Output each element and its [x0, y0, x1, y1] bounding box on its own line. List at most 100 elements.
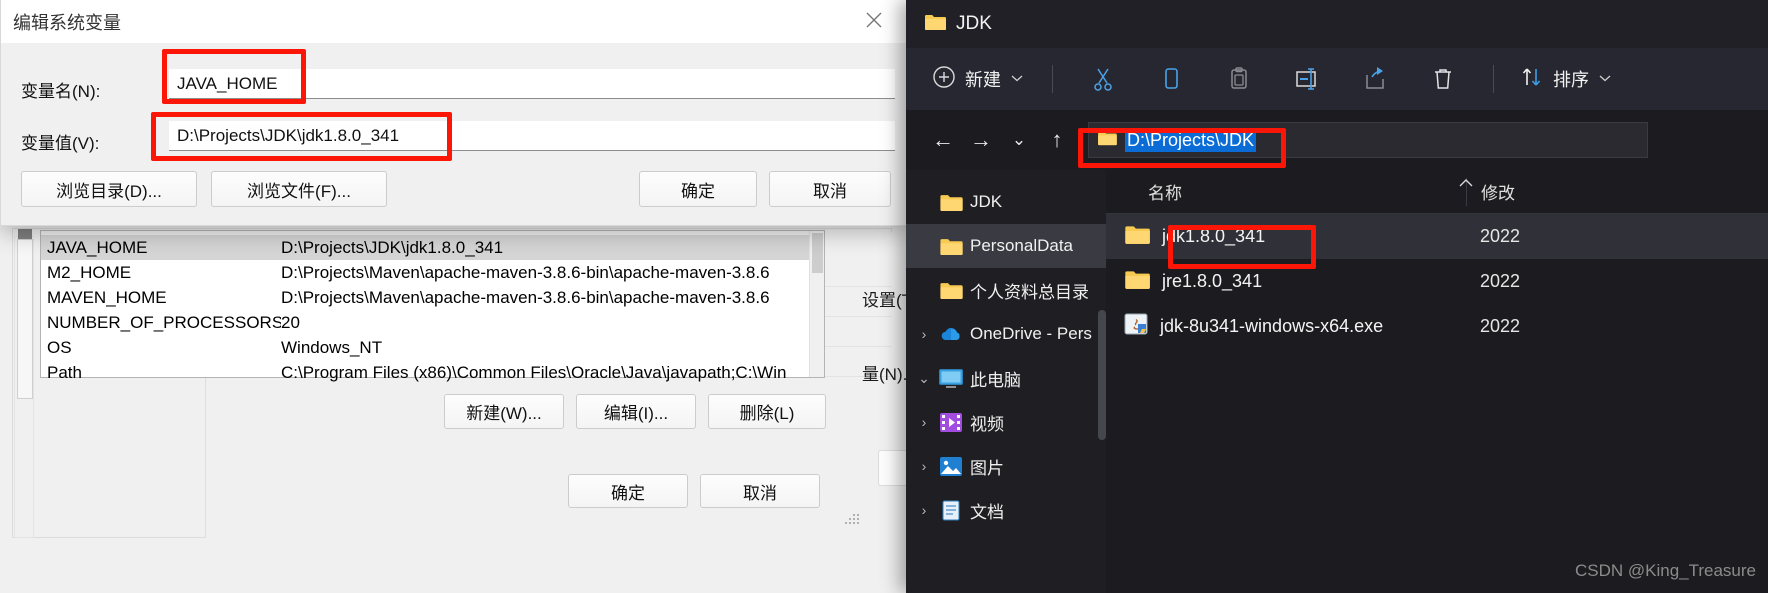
nav-item-label: 视频 — [970, 414, 1004, 434]
folder-icon — [936, 281, 966, 300]
nav-scrollbar[interactable] — [1098, 310, 1106, 440]
chevron-down-icon[interactable]: ⌄ — [1000, 122, 1038, 158]
environment-variables-list[interactable]: JAVA_HOME D:\Projects\JDK\jdk1.8.0_341 M2_… — [40, 230, 825, 382]
file-rows-container: jdk1.8.0_341 2022 jre1.8.0_341 2022 jdk-8u34… — [1106, 214, 1768, 349]
close-icon[interactable] — [851, 0, 897, 41]
file-name-text: jdk-8u341-windows-x64.exe — [1160, 316, 1384, 336]
paste-icon[interactable] — [1216, 59, 1262, 99]
env-variable-name: NUMBER_OF_PROCESSORS — [47, 312, 281, 332]
folder-icon — [1124, 224, 1150, 250]
sort-button[interactable]: 排序 — [1510, 59, 1622, 100]
explorer-file-list: 名称 修改 jdk1.8.0_341 2022 jre1.8.0_341 2022 jd… — [1106, 170, 1768, 593]
copy-icon[interactable] — [1148, 59, 1194, 99]
videos-icon — [936, 412, 966, 433]
env-dialog-scrollbar[interactable] — [14, 229, 34, 538]
column-header-name[interactable]: 名称 — [1106, 179, 1466, 204]
file-name-cell: jdk-8u341-windows-x64.exe — [1106, 313, 1466, 340]
scrollbar-thumb[interactable] — [17, 239, 33, 399]
nav-item-label: 个人资料总目录 — [970, 282, 1089, 302]
explorer-navigation-pane: JDK PersonalData 个人资料总目录 › OneDrive - Pers ⌄ 此… — [906, 170, 1106, 593]
env-rows-container: JAVA_HOME D:\Projects\JDK\jdk1.8.0_341 M2_… — [41, 235, 824, 385]
folder-icon — [936, 237, 966, 256]
chevron-down-icon — [1010, 69, 1024, 90]
delete-trash-icon[interactable] — [1420, 59, 1466, 99]
toolbar-divider — [1493, 65, 1494, 93]
env-list-row[interactable]: M2_HOME D:\Projects\Maven\apache-maven-3.… — [41, 260, 824, 285]
env-variable-name: JAVA_HOME — [47, 237, 148, 257]
env-list-row[interactable]: JAVA_HOME D:\Projects\JDK\jdk1.8.0_341 — [41, 235, 824, 260]
variable-name-input[interactable] — [169, 69, 895, 99]
nav-item-label: 文档 — [970, 502, 1004, 522]
file-name-text: jre1.8.0_341 — [1162, 271, 1263, 291]
env-dialog-cancel-button[interactable]: 取消 — [700, 474, 820, 508]
sort-button-label: 排序 — [1553, 70, 1589, 90]
variable-name-row: 变量名(N): — [1, 63, 907, 111]
env-list-row[interactable]: Path C:\Program Files (x86)\Common Files\… — [41, 360, 824, 385]
scrollbar-thumb[interactable] — [812, 233, 823, 273]
explorer-toolbar: 新建 排序 — [906, 48, 1768, 110]
new-variable-button[interactable]: 新建(W)... — [444, 394, 564, 429]
sort-arrows-icon — [1520, 65, 1544, 94]
new-button[interactable]: 新建 — [920, 59, 1036, 100]
nav-item-label: PersonalData — [970, 236, 1074, 255]
chevron-icon[interactable]: › — [912, 414, 936, 430]
nav-item-5[interactable]: › 视频 — [906, 400, 1106, 444]
arrow-right-icon[interactable]: → — [962, 122, 1000, 158]
address-bar-input[interactable]: D:\Projects\JDK — [1088, 122, 1648, 158]
nav-item-1[interactable]: PersonalData — [906, 224, 1106, 268]
screenshot-root: 设置(T) 量(N).. JAVA_HOME D:\Projects\JDK\jd… — [0, 0, 1768, 593]
arrow-up-icon[interactable]: ↑ — [1038, 122, 1076, 158]
onedrive-icon — [936, 325, 966, 344]
file-modified-cell: 2022 — [1480, 316, 1521, 336]
resize-grip[interactable] — [845, 512, 859, 526]
arrow-left-icon[interactable]: ← — [924, 122, 962, 158]
chevron-icon[interactable]: › — [912, 458, 936, 474]
env-list-row[interactable]: MAVEN_HOME D:\Projects\Maven\apache-maven… — [41, 285, 824, 310]
dialog-titlebar[interactable]: 编辑系统变量 — [1, 0, 907, 43]
variable-name-label: 变量名(N): — [21, 82, 101, 101]
env-dialog-ok-button[interactable]: 确定 — [568, 474, 688, 508]
browse-file-button[interactable]: 浏览文件(F)... — [211, 171, 387, 207]
file-list-row[interactable]: jdk1.8.0_341 2022 — [1106, 214, 1768, 259]
nav-item-label: JDK — [970, 192, 1003, 211]
explorer-titlebar[interactable]: JDK — [906, 0, 1768, 48]
documents-icon — [936, 500, 966, 521]
nav-item-0[interactable]: JDK — [906, 180, 1106, 224]
variable-value-input[interactable] — [169, 121, 895, 151]
file-list-row[interactable]: jre1.8.0_341 2022 — [1106, 259, 1768, 304]
dialog-body: 变量名(N): 变量值(V): 浏览目录(D)... 浏览文件(F)... 确定… — [1, 43, 907, 225]
java-exe-icon — [1124, 313, 1148, 340]
file-modified-cell: 2022 — [1480, 271, 1521, 291]
nav-item-label: OneDrive - Pers — [970, 324, 1092, 343]
dialog-title: 编辑系统变量 — [13, 13, 121, 33]
plus-circle-icon — [932, 65, 956, 94]
chevron-icon[interactable]: › — [912, 502, 936, 518]
variables-label: 量(N).. — [862, 365, 913, 384]
share-icon[interactable] — [1352, 59, 1398, 99]
column-header-modified[interactable]: 修改 — [1466, 177, 1768, 206]
toolbar-divider — [1052, 65, 1053, 93]
nav-item-2[interactable]: 个人资料总目录 — [906, 268, 1106, 312]
nav-item-6[interactable]: › 图片 — [906, 444, 1106, 488]
nav-item-3[interactable]: › OneDrive - Pers — [906, 312, 1106, 356]
env-list-row[interactable]: NUMBER_OF_PROCESSORS 20 — [41, 310, 824, 335]
delete-variable-button[interactable]: 删除(L) — [708, 394, 826, 429]
nav-item-4[interactable]: ⌄ 此电脑 — [906, 356, 1106, 400]
folder-icon — [924, 13, 946, 36]
nav-item-label: 此电脑 — [970, 370, 1021, 390]
caret-up-icon — [1458, 176, 1474, 191]
edit-dialog-cancel-button[interactable]: 取消 — [769, 171, 891, 207]
explorer-title: JDK — [956, 13, 992, 34]
env-list-row[interactable]: OS Windows_NT — [41, 335, 824, 360]
cut-icon[interactable] — [1080, 59, 1126, 99]
file-list-row[interactable]: jdk-8u341-windows-x64.exe 2022 — [1106, 304, 1768, 349]
nav-item-7[interactable]: › 文档 — [906, 488, 1106, 532]
chevron-icon[interactable]: ⌄ — [912, 370, 936, 387]
chevron-icon[interactable]: › — [912, 326, 936, 342]
browse-directory-button[interactable]: 浏览目录(D)... — [21, 171, 197, 207]
rename-icon[interactable] — [1284, 59, 1330, 99]
explorer-addressbar: ← → ⌄ ↑ D:\Projects\JDK — [906, 110, 1768, 170]
edit-variable-button[interactable]: 编辑(I)... — [576, 394, 696, 429]
list-scrollbar[interactable] — [809, 231, 824, 377]
edit-dialog-ok-button[interactable]: 确定 — [639, 171, 757, 207]
